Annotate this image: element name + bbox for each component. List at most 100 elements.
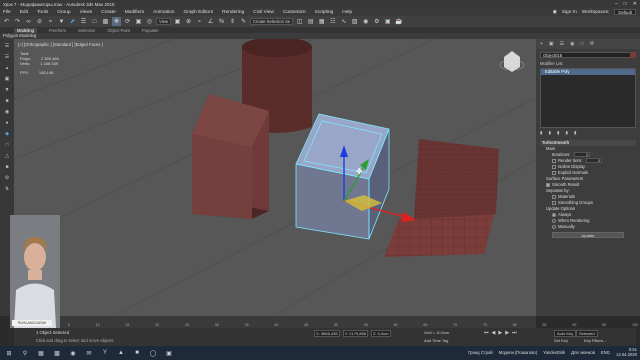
3dsmax-icon[interactable]: ▲: [116, 348, 126, 358]
start-icon[interactable]: ⊞: [4, 348, 14, 358]
play-icon[interactable]: ▶: [498, 330, 502, 336]
render-iters-checkbox[interactable]: [552, 158, 556, 163]
key-filters-button[interactable]: Key Filters...: [584, 338, 606, 343]
browser-icon[interactable]: ◉: [68, 348, 78, 358]
layer-icon[interactable]: ▦: [317, 17, 326, 26]
viewport-perspective[interactable]: ✥ [+] [Orthographic ] [Standard ] [Edged…: [14, 39, 536, 316]
smooth-result-checkbox[interactable]: [546, 182, 550, 187]
bind-space-warp-icon[interactable]: ≈: [46, 17, 55, 26]
tab-freeform[interactable]: Freeform: [49, 28, 66, 33]
task-view-icon[interactable]: ▦: [36, 348, 46, 358]
box-object[interactable]: [192, 94, 269, 219]
spinner-snap-icon[interactable]: ⇕: [228, 17, 237, 26]
modify-tab-icon[interactable]: ▣: [549, 41, 554, 47]
align-icon[interactable]: ▤: [306, 17, 315, 26]
explorer-icon[interactable]: ▩: [52, 348, 62, 358]
when-rendering-radio[interactable]: [552, 218, 556, 223]
menu-help[interactable]: Help: [342, 10, 352, 15]
geometry-icon[interactable]: ■: [3, 162, 11, 171]
set-key-button[interactable]: Set Key: [554, 338, 568, 343]
render-iters-spinner[interactable]: 0: [586, 158, 603, 164]
display-icon[interactable]: ▣: [3, 74, 11, 83]
chrome-icon[interactable]: ◯: [148, 348, 158, 358]
render-setup-icon[interactable]: ⚙: [372, 17, 381, 26]
helper-icon[interactable]: □: [3, 140, 11, 149]
yandex-icon[interactable]: Y: [100, 348, 110, 358]
selection-filter-icon[interactable]: ▼: [57, 17, 66, 26]
menu-group[interactable]: Group: [57, 10, 70, 15]
menu-modifiers[interactable]: Modifiers: [125, 10, 144, 15]
menu-civil-view[interactable]: Civil View: [253, 10, 274, 15]
schematic-icon[interactable]: ▧: [350, 17, 359, 26]
menu-file[interactable]: File: [3, 10, 11, 15]
explicit-normals-checkbox[interactable]: [552, 170, 556, 175]
mail-icon[interactable]: ✉: [84, 348, 94, 358]
view-cube-icon[interactable]: [499, 51, 525, 72]
z-coord-field[interactable]: Z: 0,0cm: [370, 330, 391, 337]
maximize-button[interactable]: □: [624, 1, 627, 7]
menu-create[interactable]: Create: [101, 10, 115, 15]
scale-icon[interactable]: ▣: [134, 17, 143, 26]
always-radio[interactable]: [552, 212, 556, 217]
tab-selection[interactable]: Selection: [78, 28, 95, 33]
shape-icon[interactable]: △: [3, 151, 11, 160]
modifier-stack[interactable]: Editable Poly: [540, 68, 636, 128]
menu-scripting[interactable]: Scripting: [315, 10, 334, 15]
menu-tools[interactable]: Tools: [37, 10, 48, 15]
object-name-field[interactable]: Object018: [540, 52, 636, 58]
make-unique-icon[interactable]: ▮: [557, 130, 559, 136]
go-to-start-icon[interactable]: ⏮: [484, 330, 489, 336]
angle-snap-icon[interactable]: ∠: [206, 17, 215, 26]
taskbar-item-icons[interactable]: Для значков: [571, 350, 595, 355]
create-tab-icon[interactable]: +: [540, 41, 543, 47]
close-button[interactable]: ✕: [633, 1, 637, 7]
select-icon[interactable]: ▴: [3, 63, 11, 72]
settings-icon[interactable]: ⚙: [3, 173, 11, 182]
language-indicator[interactable]: ENG: [601, 350, 610, 355]
taskbar-item-grand-stroy[interactable]: Гранд Строй: [468, 350, 493, 355]
minimize-button[interactable]: –: [615, 1, 618, 7]
tab-object-paint[interactable]: Object Paint: [107, 28, 130, 33]
ribbon-subtitle[interactable]: Polygon Modeling: [3, 33, 36, 38]
camera-icon[interactable]: ◆: [3, 129, 11, 138]
taskbar-item-yandexdisk[interactable]: YandexDisk: [543, 350, 565, 355]
hierarchy-icon[interactable]: ☰: [3, 52, 11, 61]
selected-box-object[interactable]: [295, 113, 390, 240]
update-button[interactable]: Update: [552, 232, 624, 238]
tab-modeling[interactable]: Modeling: [14, 27, 37, 33]
manually-radio[interactable]: [552, 224, 556, 229]
render-frame-icon[interactable]: ▣: [383, 17, 392, 26]
prev-frame-icon[interactable]: ◀: [492, 330, 496, 336]
select-object-icon[interactable]: ⬈: [68, 17, 77, 26]
modifier-list-dropdown[interactable]: Modifier List: [540, 61, 636, 66]
app-icon[interactable]: ▣: [164, 348, 174, 358]
clock[interactable]: 5:51 14.04.2020: [616, 347, 637, 357]
eye-icon[interactable]: ◉: [3, 107, 11, 116]
reference-coord-select[interactable]: View: [156, 18, 172, 25]
motion-tab-icon[interactable]: ◉: [570, 41, 574, 47]
mirror-select-icon[interactable]: ⊕: [184, 17, 193, 26]
display-tab-icon[interactable]: □: [581, 41, 584, 47]
scene-explorer-icon[interactable]: ☰: [3, 41, 11, 50]
menu-rendering[interactable]: Rendering: [222, 10, 244, 15]
move-icon[interactable]: ✥: [112, 17, 121, 26]
redo-icon[interactable]: ↷: [13, 17, 22, 26]
key-mode-select[interactable]: Selected: [576, 330, 598, 337]
sign-in-link[interactable]: Sign In: [562, 10, 577, 15]
workspace-select[interactable]: Default: [614, 9, 636, 15]
iterations-spinner[interactable]: 0: [574, 152, 591, 158]
floor-tile-object[interactable]: [384, 139, 499, 257]
hierarchy-tab-icon[interactable]: ☰: [560, 41, 564, 47]
photoshop-icon[interactable]: ■: [132, 348, 142, 358]
search-icon[interactable]: ⚲: [20, 348, 30, 358]
user-icon[interactable]: ◉: [553, 10, 557, 15]
isoline-checkbox[interactable]: [552, 164, 556, 169]
render-icon[interactable]: ☕: [394, 17, 403, 26]
rect-selection-icon[interactable]: □: [90, 17, 99, 26]
viewport-label[interactable]: [+] [Orthographic ] [Standard ] [Edged F…: [18, 42, 103, 47]
filter-icon[interactable]: ▼: [3, 85, 11, 94]
material-editor-icon[interactable]: ◉: [361, 17, 370, 26]
x-coord-field[interactable]: X: 3665,435: [314, 330, 340, 337]
place-icon[interactable]: ◎: [145, 17, 154, 26]
percent-snap-icon[interactable]: %: [217, 17, 226, 26]
